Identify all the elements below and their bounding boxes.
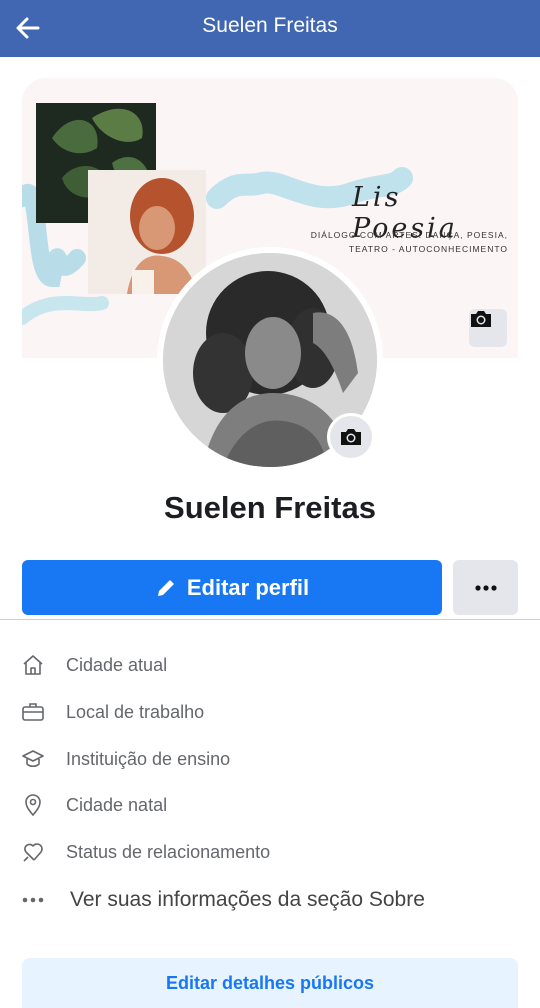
pencil-icon [157, 577, 176, 596]
camera-icon [341, 429, 361, 445]
location-pin-icon [20, 792, 46, 818]
info-item-education[interactable]: Instituição de ensino [20, 744, 520, 774]
info-item-label: Cidade atual [66, 654, 168, 675]
info-item-label: Local de trabalho [66, 701, 205, 722]
info-item-label: Status de relacionamento [66, 841, 271, 862]
camera-icon [471, 311, 491, 327]
top-app-bar: Suelen Freitas [0, 0, 540, 57]
cover-brand-tagline: DIÁLOGO COM ARTES: DANÇA, POESIA, TEATRO… [310, 230, 508, 254]
graduation-cap-icon [20, 746, 46, 772]
info-item-hometown[interactable]: Cidade natal [20, 790, 520, 820]
edit-cover-photo-button[interactable] [469, 309, 507, 347]
edit-profile-picture-button[interactable] [327, 413, 375, 461]
edit-public-details-button[interactable]: Editar detalhes públicos [22, 958, 518, 1008]
briefcase-icon [20, 699, 46, 725]
more-options-button[interactable] [453, 560, 518, 615]
see-about-info-link[interactable]: Ver suas informações da seção Sobre [20, 885, 520, 915]
profile-name: Suelen Freitas [164, 490, 376, 525]
edit-profile-button[interactable]: Editar perfil [22, 560, 442, 615]
info-item-relationship[interactable]: Status de relacionamento [20, 837, 520, 867]
more-horizontal-icon [474, 584, 497, 591]
edit-profile-label: Editar perfil [186, 574, 310, 600]
section-divider [0, 619, 540, 620]
page-title: Suelen Freitas [202, 14, 338, 37]
info-item-workplace[interactable]: Local de trabalho [20, 697, 520, 727]
more-horizontal-icon [20, 887, 46, 913]
see-about-label: Ver suas informações da seção Sobre [70, 888, 425, 911]
info-item-label: Instituição de ensino [66, 748, 231, 769]
heart-icon [20, 839, 46, 865]
house-icon [20, 652, 46, 678]
edit-public-details-label: Editar detalhes públicos [165, 972, 375, 993]
info-item-current-city[interactable]: Cidade atual [20, 650, 520, 680]
info-item-label: Cidade natal [66, 794, 168, 815]
